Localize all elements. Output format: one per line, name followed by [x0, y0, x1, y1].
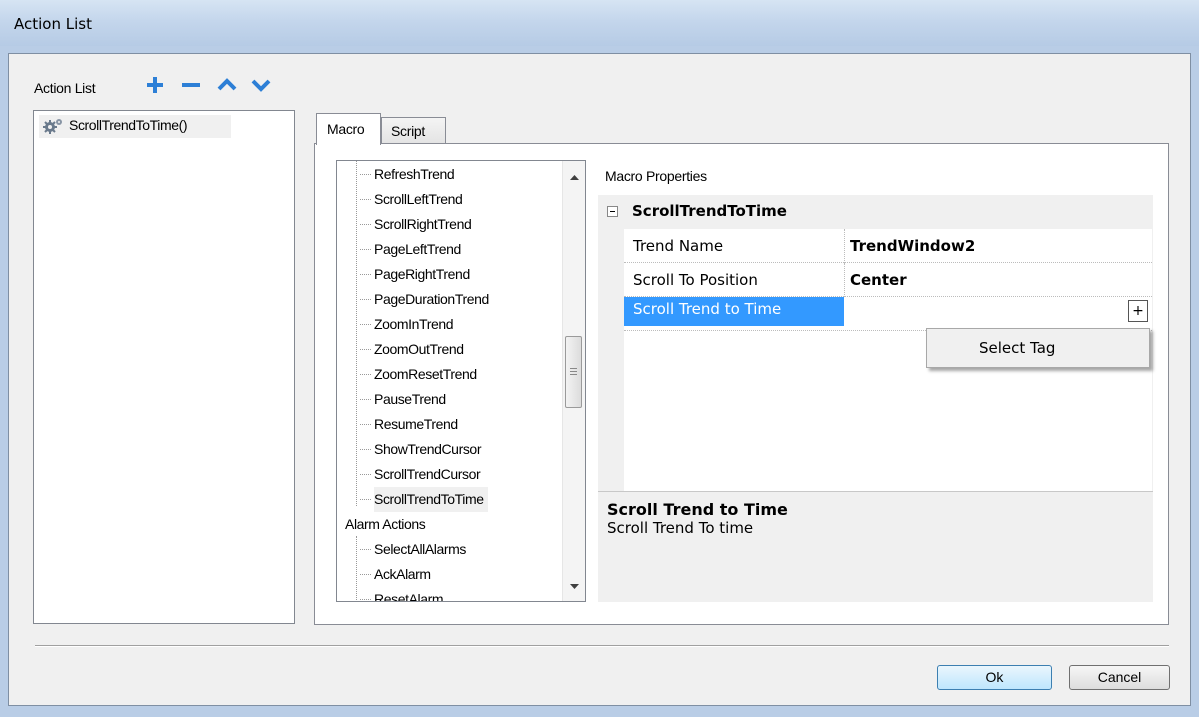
action-list-label: Action List — [34, 80, 96, 96]
tree-item[interactable]: PageDurationTrend — [360, 287, 489, 312]
tree-item-label: ScrollRightTrend — [374, 216, 472, 232]
tree-item[interactable]: ScrollTrendCursor — [360, 462, 481, 487]
property-value: TrendWindow2 — [850, 237, 976, 255]
expand-button[interactable]: + — [1128, 300, 1148, 322]
select-tag-popup: Select Tag — [926, 328, 1150, 368]
property-name: Scroll To Position — [633, 271, 758, 289]
select-tag-option[interactable]: Select Tag — [979, 339, 1055, 357]
tree-item-label: PauseTrend — [374, 391, 446, 407]
action-list-item-label: ScrollTrendToTime() — [69, 117, 188, 133]
tree-item[interactable]: ZoomResetTrend — [360, 362, 477, 387]
tab-script[interactable]: Script — [381, 117, 446, 143]
tree-item[interactable]: AckAlarm — [360, 562, 431, 587]
tab-macro[interactable]: Macro — [316, 113, 381, 145]
scroll-down-arrow-icon[interactable] — [570, 584, 579, 589]
collapse-icon[interactable] — [607, 206, 618, 217]
tree-item[interactable]: PauseTrend — [360, 387, 446, 412]
tree-item[interactable]: ShowTrendCursor — [360, 437, 482, 462]
property-value: Center — [850, 271, 907, 289]
tree-group[interactable]: Alarm Actions — [345, 512, 426, 537]
tree-item-label: ZoomResetTrend — [374, 366, 477, 382]
action-list-panel[interactable] — [33, 110, 295, 624]
tree-group-label: Alarm Actions — [345, 516, 426, 532]
tab-script-label: Script — [391, 123, 425, 139]
property-section-title: ScrollTrendToTime — [632, 202, 787, 220]
cancel-button[interactable]: Cancel — [1069, 665, 1170, 690]
tree-item-label: PageRightTrend — [374, 266, 470, 282]
tree-item-label: ResumeTrend — [374, 416, 458, 432]
tab-macro-label: Macro — [327, 121, 365, 137]
tree-item-label: SelectAllAlarms — [374, 541, 467, 557]
tree-item-label: PageLeftTrend — [374, 241, 461, 257]
tree-item-label: AckAlarm — [374, 566, 431, 582]
tree-item-label: ZoomOutTrend — [374, 341, 464, 357]
tree-item-label: PageDurationTrend — [374, 291, 489, 307]
property-row-scroll-to-position[interactable]: Scroll To Position Center — [624, 263, 1152, 297]
scroll-thumb[interactable] — [565, 336, 582, 408]
macro-tree[interactable]: RefreshTrend ScrollLeftTrend ScrollRight… — [336, 160, 586, 602]
tree-item-label: ScrollTrendCursor — [374, 466, 481, 482]
tree-item-label: ResetAlarm — [374, 591, 444, 602]
tree-item-selected[interactable]: ScrollTrendToTime — [360, 487, 488, 512]
tree-item[interactable]: SelectAllAlarms — [360, 537, 467, 562]
plus-icon[interactable] — [144, 74, 166, 96]
chevron-up-icon[interactable] — [216, 74, 238, 96]
tree-item-label: ScrollTrendToTime — [374, 491, 484, 507]
action-list-item[interactable]: ScrollTrendToTime() — [39, 115, 231, 138]
window-title: Action List — [14, 15, 92, 33]
tree-item[interactable]: PageRightTrend — [360, 262, 470, 287]
ok-button[interactable]: Ok — [937, 665, 1052, 690]
tree-item-label: ZoomInTrend — [374, 316, 454, 332]
gear-icon — [42, 118, 64, 134]
tree-item[interactable]: RefreshTrend — [360, 162, 455, 187]
bottom-separator — [35, 645, 1169, 647]
tree-item[interactable]: ScrollRightTrend — [360, 212, 472, 237]
property-section-header[interactable]: ScrollTrendToTime — [598, 198, 1153, 226]
tree-item-label: ScrollLeftTrend — [374, 191, 463, 207]
tree-item[interactable]: ScrollLeftTrend — [360, 187, 463, 212]
description-title: Scroll Trend to Time — [607, 500, 788, 519]
tree-guide-line — [356, 161, 357, 506]
property-row-scroll-trend-to-time[interactable]: Scroll Trend to Time + — [624, 297, 1152, 331]
tree-scrollbar[interactable] — [562, 161, 585, 601]
tree-guide-line — [356, 536, 357, 601]
property-row-trend-name[interactable]: Trend Name TrendWindow2 — [624, 229, 1152, 263]
tree-item[interactable]: PageLeftTrend — [360, 237, 461, 262]
tree-item[interactable]: ResumeTrend — [360, 412, 458, 437]
property-name: Trend Name — [633, 237, 724, 255]
tree-item-label: RefreshTrend — [374, 166, 455, 182]
tree-item[interactable]: ResetAlarm — [360, 587, 444, 602]
tree-item-label: ShowTrendCursor — [374, 441, 482, 457]
scroll-up-arrow-icon[interactable] — [570, 175, 579, 180]
description-divider — [598, 491, 1153, 492]
tree-item[interactable]: ZoomOutTrend — [360, 337, 464, 362]
description-text: Scroll Trend To time — [607, 519, 754, 537]
property-name: Scroll Trend to Time — [633, 300, 782, 318]
macro-properties-label: Macro Properties — [605, 168, 707, 184]
minus-icon[interactable] — [180, 74, 202, 96]
title-bar: Action List — [0, 0, 1199, 46]
tree-item[interactable]: ZoomInTrend — [360, 312, 454, 337]
chevron-down-icon[interactable] — [250, 74, 272, 96]
